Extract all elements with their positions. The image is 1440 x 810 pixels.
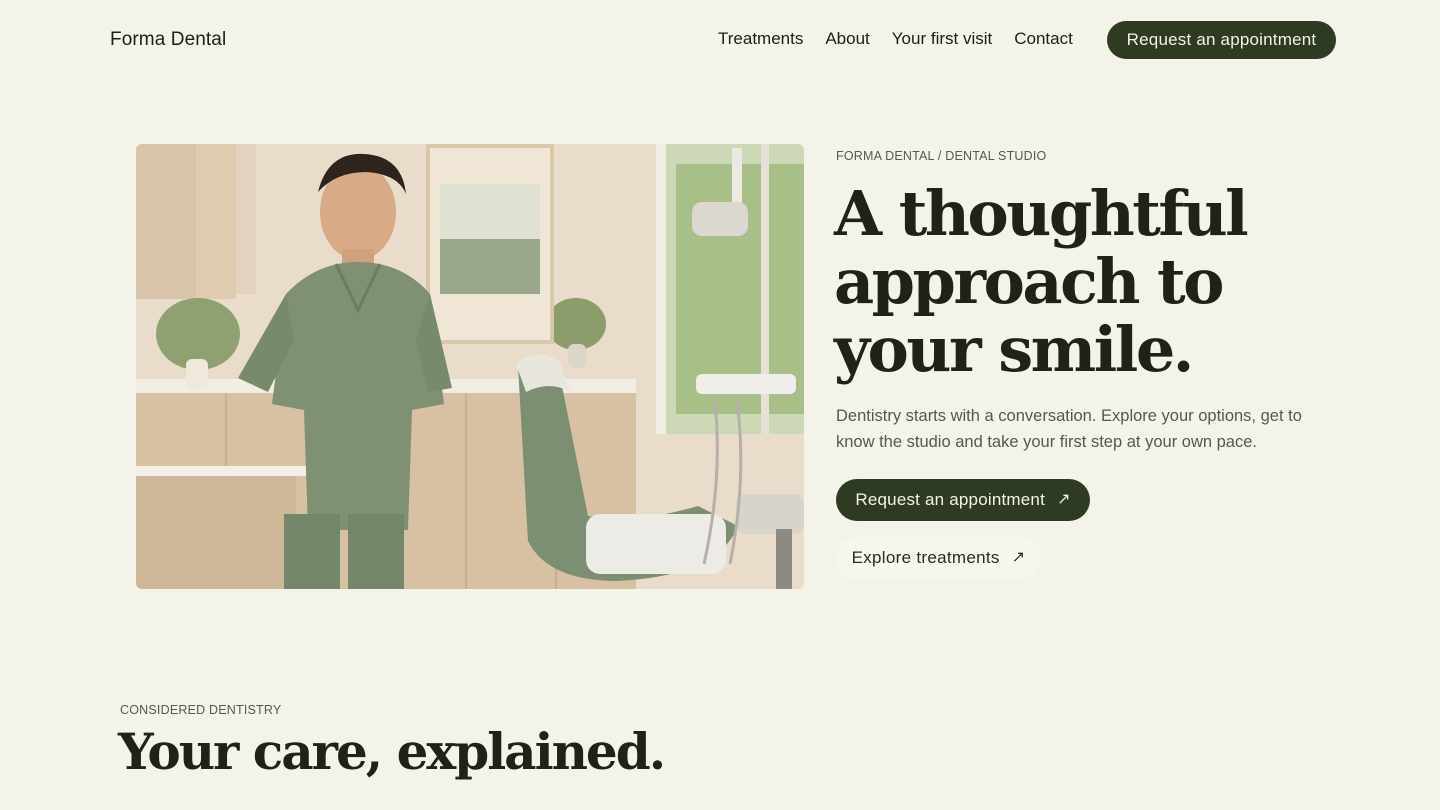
hero-eyebrow: FORMA DENTAL / DENTAL STUDIO	[836, 149, 1047, 163]
nav-treatments[interactable]: Treatments	[718, 29, 803, 49]
section-eyebrow: CONSIDERED DENTISTRY	[120, 703, 282, 717]
brand-logo[interactable]: Forma Dental	[110, 29, 226, 51]
hero-appointment-label: Request an appointment	[855, 490, 1046, 509]
main-nav: Treatments About Your first visit Contac…	[718, 29, 1073, 49]
nav-contact[interactable]: Contact	[1014, 29, 1073, 49]
section-title: Your care, explained.	[118, 722, 666, 781]
hero-appointment-button[interactable]: Request an appointment ↗	[836, 479, 1090, 521]
nav-first-visit[interactable]: Your first visit	[892, 29, 992, 49]
explore-treatments-button[interactable]: Explore treatments ↗	[836, 537, 1041, 579]
hero-image	[136, 144, 804, 589]
arrow-up-right-icon: ↗	[1057, 491, 1071, 508]
site-header: Forma Dental Treatments About Your first…	[0, 0, 1440, 80]
arrow-up-right-icon: ↗	[1011, 549, 1026, 566]
hero-lead: Dentistry starts with a conversation. Ex…	[836, 407, 1302, 451]
explore-treatments-label: Explore treatments	[851, 548, 1000, 567]
hero-headline: A thoughtful approach to your smile.	[834, 177, 1249, 386]
header-appointment-button[interactable]: Request an appointment	[1107, 21, 1336, 59]
nav-about[interactable]: About	[825, 29, 869, 49]
